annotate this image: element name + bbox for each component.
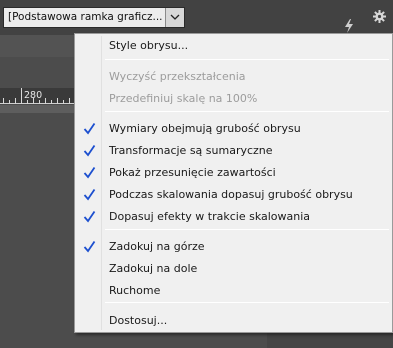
menu-item-floating[interactable]: Ruchome xyxy=(75,280,392,302)
checkmark-icon xyxy=(83,188,96,201)
chevron-down-icon xyxy=(170,14,180,20)
menu-item-label: Dopasuj efekty w trakcie skalowania xyxy=(109,210,311,223)
control-bar: [Podstawowa ramka graficz... xyxy=(0,0,393,35)
menu-item-show-content-offset[interactable]: Pokaż przesunięcie zawartości xyxy=(75,162,392,184)
menu-item-label: Wyczyść przekształcenia xyxy=(109,70,246,83)
menu-separator xyxy=(105,229,389,230)
checkmark-icon xyxy=(83,240,96,253)
menu-item-label: Transformacje są sumaryczne xyxy=(109,144,273,157)
menu-item-redefine-scale: Przedefiniuj skalę na 100% xyxy=(75,88,392,110)
ruler-label: 280 xyxy=(24,90,43,101)
menu-item-label: Dostosuj... xyxy=(109,314,168,327)
checkmark-icon xyxy=(83,144,96,157)
menu-item-label: Ruchome xyxy=(109,284,161,297)
menu-item-transformations-aggregate[interactable]: Transformacje są sumaryczne xyxy=(75,140,392,162)
app-window: [Podstawowa ramka graficz... 280 Style o… xyxy=(0,0,393,348)
horizontal-ruler[interactable]: 280 xyxy=(0,88,80,104)
checkmark-icon xyxy=(83,166,96,179)
object-style-value: [Podstawowa ramka graficz... xyxy=(8,11,163,23)
dropdown-arrow-button[interactable] xyxy=(165,8,184,27)
ruler-strip xyxy=(0,105,80,113)
menu-separator xyxy=(105,59,389,60)
context-menu: Style obrysu... Wyczyść przekształcenia Pr… xyxy=(74,33,393,333)
menu-separator xyxy=(105,302,389,303)
menu-item-adjust-stroke-weight[interactable]: Podczas skalowania dopasuj grubość obrys… xyxy=(75,184,392,206)
menu-item-label: Podczas skalowania dopasuj grubość obrys… xyxy=(109,188,353,201)
menu-item-label: Zadokuj na górze xyxy=(109,240,205,253)
menu-item-label: Zadokuj na dole xyxy=(109,262,198,275)
checkmark-icon xyxy=(83,210,96,223)
checkmark-icon xyxy=(83,122,96,135)
gear-icon[interactable] xyxy=(373,10,386,23)
status-strip xyxy=(267,332,393,348)
menu-item-clear-transformations: Wyczyść przekształcenia xyxy=(75,66,392,88)
lightning-icon[interactable] xyxy=(343,19,355,33)
menu-item-customize[interactable]: Dostosuj... xyxy=(75,310,392,332)
menu-item-stroke-styles[interactable]: Style obrysu... xyxy=(75,35,392,57)
menu-item-adjust-effects-scaling[interactable]: Dopasuj efekty w trakcie skalowania xyxy=(75,206,392,228)
menu-item-dock-top[interactable]: Zadokuj na górze xyxy=(75,236,392,258)
menu-item-label: Pokaż przesunięcie zawartości xyxy=(109,166,276,179)
menu-item-dimensions-include-stroke[interactable]: Wymiary obejmują grubość obrysu xyxy=(75,118,392,140)
menu-item-label: Style obrysu... xyxy=(109,39,189,52)
menu-item-dock-bottom[interactable]: Zadokuj na dole xyxy=(75,258,392,280)
menu-separator xyxy=(105,111,389,112)
menu-item-label: Przedefiniuj skalę na 100% xyxy=(109,92,258,105)
object-style-select[interactable]: [Podstawowa ramka graficz... xyxy=(3,7,185,28)
menu-item-label: Wymiary obejmują grubość obrysu xyxy=(109,122,301,135)
